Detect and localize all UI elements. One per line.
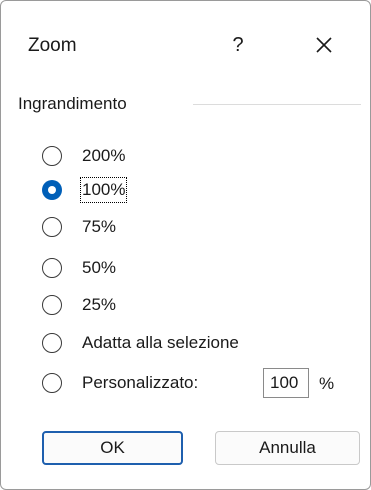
radio-button[interactable] (42, 146, 62, 166)
group-divider (193, 104, 361, 105)
radio-option-fit-selection[interactable]: Adatta alla selezione (42, 330, 239, 356)
radio-button[interactable] (42, 258, 62, 278)
radio-label: 75% (82, 217, 117, 236)
radio-button[interactable] (42, 373, 62, 393)
radio-button[interactable] (42, 333, 62, 353)
cancel-button[interactable]: Annulla (215, 431, 360, 465)
radio-option-custom[interactable]: Personalizzato: (42, 370, 198, 396)
help-button[interactable]: ? (226, 31, 250, 59)
radio-option-50[interactable]: 50% (42, 255, 116, 281)
radio-label: 50% (82, 258, 117, 277)
radio-button[interactable] (42, 295, 62, 315)
radio-label: Personalizzato: (82, 373, 199, 392)
close-icon (316, 37, 332, 53)
close-button[interactable] (307, 28, 341, 62)
title-bar: Zoom ? (1, 1, 371, 87)
radio-label: 25% (82, 295, 117, 314)
radio-option-100[interactable]: 100% (42, 177, 128, 203)
radio-label: 100% (79, 177, 128, 203)
radio-label: 200% (82, 146, 126, 165)
radio-option-25[interactable]: 25% (42, 292, 116, 318)
percent-sign: % (319, 374, 335, 393)
radio-option-75[interactable]: 75% (42, 214, 116, 240)
radio-option-200[interactable]: 200% (42, 143, 125, 169)
custom-zoom-input[interactable] (263, 368, 309, 398)
group-label-ingrandimento: Ingrandimento (18, 93, 127, 115)
ok-button[interactable]: OK (42, 431, 183, 465)
dialog-title: Zoom (28, 35, 77, 56)
zoom-dialog: Zoom ? Ingrandimento 200% 100% 75% 50% 2… (0, 0, 371, 490)
radio-button-selected[interactable] (42, 180, 62, 200)
radio-button[interactable] (42, 217, 62, 237)
radio-label: Adatta alla selezione (82, 333, 239, 352)
